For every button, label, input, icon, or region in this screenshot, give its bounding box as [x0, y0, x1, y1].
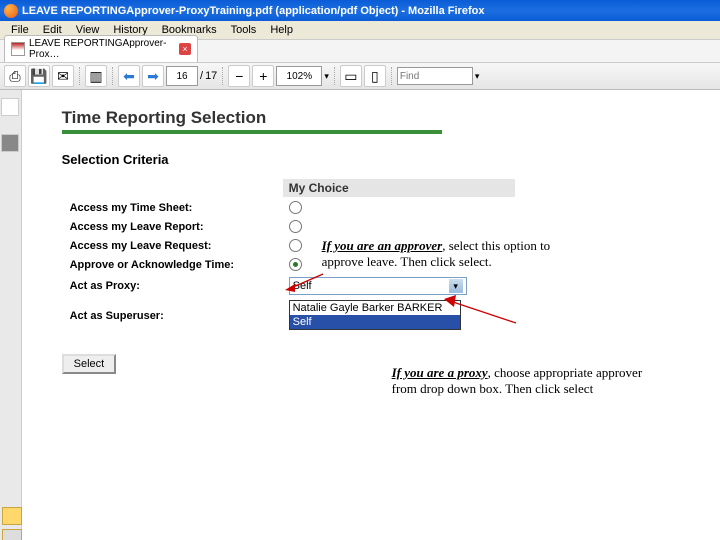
email-icon[interactable]: ✉ [52, 65, 74, 87]
col-blank [64, 179, 281, 197]
section-subtitle: Selection Criteria [62, 152, 680, 167]
bookmarks-icon[interactable] [1, 134, 19, 152]
annotation-proxy: If you are a proxy, choose appropriate a… [392, 365, 652, 398]
arrow-icon [285, 272, 325, 294]
window-title: LEAVE REPORTINGApprover-ProxyTraining.pd… [22, 5, 484, 17]
table-row: Access my Time Sheet: [64, 199, 515, 216]
separator [222, 67, 223, 85]
separator [391, 67, 392, 85]
browser-tab[interactable]: LEAVE REPORTINGApprover-Prox… × [4, 35, 198, 62]
radio-leave-request[interactable] [289, 239, 302, 252]
window-titlebar: LEAVE REPORTINGApprover-ProxyTraining.pd… [0, 0, 720, 21]
next-page-icon[interactable]: ➡ [142, 65, 164, 87]
page-title: Time Reporting Selection [62, 108, 680, 128]
row-label: Act as Superuser: [64, 299, 281, 332]
annotation-lead: If you are a proxy [392, 365, 488, 380]
print-icon[interactable]: ⎙ [4, 65, 26, 87]
attach-icon[interactable] [2, 529, 22, 540]
annotation-lead: If you are an approver [322, 238, 443, 253]
page-input[interactable] [166, 66, 198, 86]
fit-width-icon[interactable]: ▭ [340, 65, 362, 87]
arrow-icon [444, 295, 519, 325]
zoom-out-icon[interactable]: − [228, 65, 250, 87]
tab-label: LEAVE REPORTINGApprover-Prox… [29, 38, 173, 60]
row-label: Approve or Acknowledge Time: [64, 256, 281, 273]
find-input[interactable] [397, 67, 473, 85]
proxy-option[interactable]: Natalie Gayle Barker BARKER [290, 301, 460, 315]
separator [112, 67, 113, 85]
table-row: Access my Leave Report: [64, 218, 515, 235]
zoom-dropdown-icon[interactable]: ▾ [324, 71, 329, 82]
proxy-option[interactable]: Self [290, 315, 460, 329]
menu-help[interactable]: Help [263, 23, 300, 37]
content-area: Time Reporting Selection Selection Crite… [0, 90, 720, 540]
separator [334, 67, 335, 85]
find-dropdown-icon[interactable]: ▾ [475, 71, 480, 82]
pdf-page: Time Reporting Selection Selection Crite… [22, 90, 720, 540]
annotation-approver: If you are an approver, select this opti… [322, 238, 582, 271]
pdf-sidebar [0, 90, 22, 540]
row-label: Access my Leave Report: [64, 218, 281, 235]
thumbnails-icon[interactable] [1, 98, 19, 116]
select-button[interactable]: Select [62, 354, 117, 374]
title-rule [62, 130, 442, 134]
pages-icon[interactable]: ▥ [85, 65, 107, 87]
zoom-input[interactable] [276, 66, 322, 86]
row-label: Act as Proxy: [64, 275, 281, 297]
row-label: Access my Time Sheet: [64, 199, 281, 216]
comment-icon[interactable] [2, 507, 22, 525]
radio-leave-report[interactable] [289, 220, 302, 233]
firefox-icon [4, 4, 18, 18]
proxy-dropdown-list: Natalie Gayle Barker BARKER Self [289, 300, 461, 330]
zoom-in-icon[interactable]: + [252, 65, 274, 87]
radio-timesheet[interactable] [289, 201, 302, 214]
radio-approve-time[interactable] [289, 258, 302, 271]
col-my-choice: My Choice [283, 179, 515, 197]
page-sep: / [200, 70, 203, 82]
prev-page-icon[interactable]: ⬅ [118, 65, 140, 87]
menu-tools[interactable]: Tools [224, 23, 264, 37]
pdf-toolbar: ⎙ 💾 ✉ ▥ ⬅ ➡ / 17 − + ▾ ▭ ▯ ▾ [0, 63, 720, 90]
fit-page-icon[interactable]: ▯ [364, 65, 386, 87]
tab-strip: LEAVE REPORTINGApprover-Prox… × [0, 40, 720, 63]
page-total: 17 [205, 70, 217, 82]
pdf-icon [11, 42, 25, 56]
row-label: Access my Leave Request: [64, 237, 281, 254]
sidebar-footer [2, 507, 22, 540]
tab-close-icon[interactable]: × [179, 43, 191, 55]
chevron-down-icon[interactable]: ▾ [449, 279, 463, 293]
save-icon[interactable]: 💾 [28, 65, 50, 87]
separator [79, 67, 80, 85]
